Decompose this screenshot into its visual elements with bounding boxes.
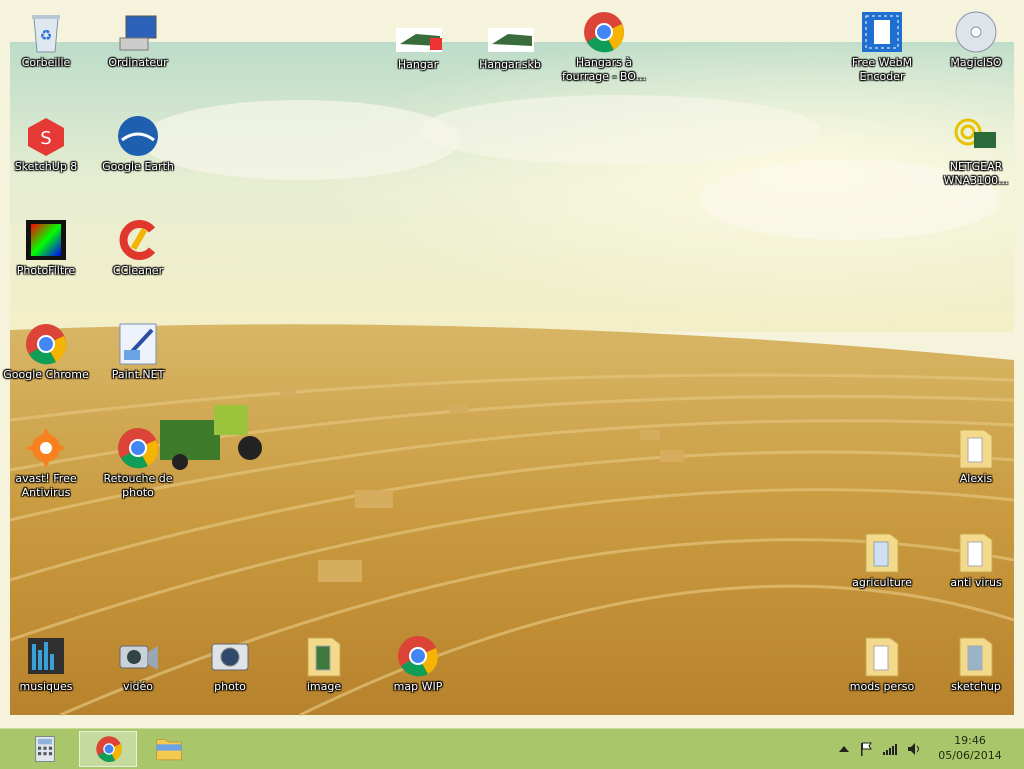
chrome-icon <box>584 12 624 53</box>
icon-label: vidéo <box>122 680 154 693</box>
folder-icon <box>865 533 899 573</box>
chrome-icon <box>96 736 122 762</box>
desktop-icon-video[interactable]: vidéo <box>90 628 186 720</box>
icon-label: SketchUp 8 <box>14 160 78 173</box>
chrome-icon <box>118 428 158 469</box>
music-library-icon <box>28 638 64 674</box>
icon-label: Google Earth <box>102 160 174 173</box>
desktop-icon-corbeille[interactable]: ♻ Corbeille <box>0 4 94 96</box>
icon-label: Google Chrome <box>3 368 89 381</box>
desktop-icon-hangars-a-fourrage[interactable]: Hangars à fourrage - BO... <box>556 4 652 96</box>
icon-label: NETGEAR WNA3100... <box>943 160 1009 187</box>
icon-label: Hangar <box>397 58 439 71</box>
desktop-icon-free-webm-encoder[interactable]: Free WebM Encoder <box>834 4 930 96</box>
icon-label: Retouche de photo <box>103 472 173 499</box>
video-encoder-icon <box>862 12 902 52</box>
icon-label: mods perso <box>849 680 915 693</box>
icon-label: sketchup <box>951 680 1001 693</box>
svg-text:S: S <box>40 128 51 149</box>
flag-icon[interactable] <box>858 741 874 757</box>
icon-label: Corbeille <box>21 56 71 69</box>
folder-icon <box>959 533 993 573</box>
computer-icon <box>119 15 157 51</box>
folder-icon <box>865 637 899 677</box>
google-earth-icon <box>118 116 158 156</box>
icon-label: musiques <box>19 680 73 693</box>
paint-net-icon <box>119 323 157 365</box>
taskbar-file-explorer[interactable] <box>140 731 198 767</box>
desktop-icon-ordinateur[interactable]: Ordinateur <box>90 4 186 96</box>
desktop-icon-alexis[interactable]: Alexis <box>928 420 1024 512</box>
desktop-icon-google-earth[interactable]: Google Earth <box>90 108 186 200</box>
icon-label: anti virus <box>950 576 1002 589</box>
system-clock[interactable]: 19:46 05/06/2014 <box>930 733 1010 763</box>
desktop-icon-retouche-de-photo[interactable]: Retouche de photo <box>90 420 186 512</box>
icon-label: map WIP <box>393 680 443 693</box>
desktop-icon-image[interactable]: image <box>276 628 372 720</box>
photofiltre-icon <box>26 220 66 260</box>
taskbar <box>0 728 1024 769</box>
camera-icon <box>211 643 249 671</box>
disc-icon <box>955 11 997 53</box>
icon-label: agriculture <box>852 576 912 589</box>
icon-label: Alexis <box>959 472 993 485</box>
desktop-icon-hangar[interactable]: Hangar <box>370 18 466 110</box>
taskbar-chrome[interactable] <box>79 731 137 767</box>
volume-icon[interactable] <box>906 741 922 757</box>
folder-icon <box>307 637 341 677</box>
folder-icon <box>959 637 993 677</box>
chrome-icon <box>26 324 66 365</box>
calculator-icon <box>35 736 55 762</box>
icon-label: image <box>306 680 342 693</box>
show-hidden-icons-icon[interactable] <box>836 741 852 757</box>
desktop-icon-photofiltre[interactable]: PhotoFiltre <box>0 212 94 304</box>
desktop-icon-sketchup-8[interactable]: S SketchUp 8 <box>0 108 94 200</box>
taskbar-calculator[interactable] <box>16 731 74 767</box>
desktop-icon-musiques[interactable]: musiques <box>0 628 94 720</box>
icon-label: avast! Free Antivirus <box>15 472 77 499</box>
desktop-icon-magiciso[interactable]: MagicISO <box>928 4 1024 96</box>
desktop-icon-paint-net[interactable]: Paint.NET <box>90 316 186 408</box>
file-explorer-icon <box>156 739 182 761</box>
icon-label: PhotoFiltre <box>16 264 76 277</box>
sketchup-icon: S <box>28 118 64 156</box>
recycle-bin-icon: ♻ <box>32 15 60 53</box>
chrome-icon <box>398 636 438 677</box>
wireless-adapter-icon <box>954 118 996 148</box>
icon-label: Free WebM Encoder <box>851 56 913 83</box>
desktop-icon-avast[interactable]: avast! Free Antivirus <box>0 420 94 512</box>
signal-icon[interactable] <box>882 741 898 757</box>
icon-label: Paint.NET <box>111 368 165 381</box>
desktop-icon-hangar-skb[interactable]: Hangar.skb <box>462 18 558 110</box>
icon-label: CCleaner <box>112 264 164 277</box>
desktop-icon-map-wip[interactable]: map WIP <box>370 628 466 720</box>
icon-label: photo <box>214 680 246 693</box>
icon-label: MagicISO <box>950 56 1002 69</box>
svg-text:♻: ♻ <box>40 28 53 44</box>
desktop-icon-sketchup-folder[interactable]: sketchup <box>928 628 1024 720</box>
desktop-icon-netgear[interactable]: NETGEAR WNA3100... <box>928 108 1024 200</box>
desktop-icon-anti-virus[interactable]: anti virus <box>928 524 1024 616</box>
folder-icon <box>959 429 993 469</box>
desktop-icon-mods-perso[interactable]: mods perso <box>834 628 930 720</box>
video-camera-icon <box>119 645 158 670</box>
desktop-icon-photo[interactable]: photo <box>182 628 278 720</box>
clock-date: 05/06/2014 <box>938 749 1002 762</box>
clock-time: 19:46 <box>954 734 986 747</box>
desktop-icon-ccleaner[interactable]: CCleaner <box>90 212 186 304</box>
icon-label: Ordinateur <box>108 56 168 69</box>
icon-label: Hangar.skb <box>479 58 541 71</box>
desktop-icon-agriculture[interactable]: agriculture <box>834 524 930 616</box>
desktop-icon-google-chrome[interactable]: Google Chrome <box>0 316 94 408</box>
icon-label: Hangars à fourrage - BO... <box>562 56 646 83</box>
ccleaner-icon <box>119 220 156 260</box>
avast-icon <box>26 428 66 468</box>
